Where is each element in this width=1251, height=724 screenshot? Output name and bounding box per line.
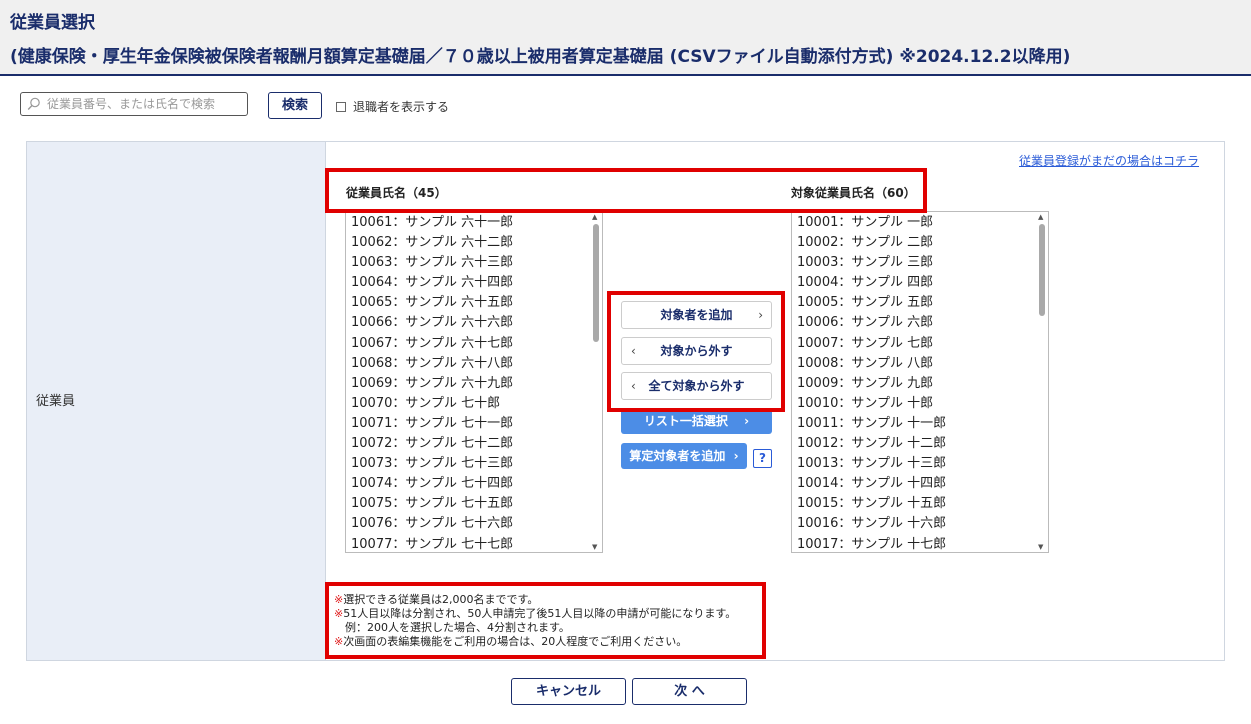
show-retired-toggle[interactable]: 退職者を表示する xyxy=(336,98,449,115)
list-item[interactable]: 10075：サンプル 七十五郎 xyxy=(351,494,513,514)
list-item[interactable]: 10008：サンプル 八郎 xyxy=(797,354,946,374)
list-item[interactable]: 10062：サンプル 六十二郎 xyxy=(351,233,513,253)
help-icon[interactable]: ? xyxy=(753,449,772,468)
list-item[interactable]: 10071：サンプル 七十一郎 xyxy=(351,414,513,434)
note-line: ※選択できる従業員は2,000名までです。 xyxy=(334,593,539,606)
list-item[interactable]: 10017：サンプル 十七郎 xyxy=(797,535,946,553)
search-box[interactable] xyxy=(20,92,248,116)
target-list-scrollbar[interactable]: ▲ ▼ xyxy=(1036,212,1048,552)
show-retired-checkbox[interactable] xyxy=(336,101,346,112)
page-subtitle: (健康保険・厚生年金保険被保険者報酬月額算定基礎届／７０歳以上被用者算定基礎届 … xyxy=(10,47,1071,67)
chevron-right-icon: › xyxy=(744,414,750,428)
scroll-down-icon[interactable]: ▼ xyxy=(592,543,597,551)
employee-list-header: 従業員氏名（45） xyxy=(346,186,447,200)
list-item[interactable]: 10072：サンプル 七十二郎 xyxy=(351,434,513,454)
cancel-button[interactable]: キャンセル xyxy=(511,678,626,705)
list-item[interactable]: 10011：サンプル 十一郎 xyxy=(797,414,946,434)
register-employee-link[interactable]: 従業員登録がまだの場合はコチラ xyxy=(1019,152,1199,169)
list-item[interactable]: 10001：サンプル 一郎 xyxy=(797,213,946,233)
search-icon xyxy=(27,97,40,110)
list-item[interactable]: 10066：サンプル 六十六郎 xyxy=(351,313,513,333)
target-employee-list[interactable]: 10001：サンプル 一郎 10002：サンプル 二郎 10003：サンプル 三郎 1… xyxy=(791,211,1049,553)
scroll-thumb[interactable] xyxy=(1039,224,1045,316)
add-calc-target-label: 算定対象者を追加 xyxy=(629,449,726,463)
list-item[interactable]: 10007：サンプル 七郎 xyxy=(797,334,946,354)
note-line: 例：200人を選択した場合、4分割されます。 xyxy=(345,621,570,634)
note-line: ※次画面の表編集機能をご利用の場合は、20人程度でご利用ください。 xyxy=(334,635,688,648)
list-item[interactable]: 10010：サンプル 十郎 xyxy=(797,394,946,414)
bulk-select-button[interactable]: リスト一括選択 › xyxy=(621,408,772,434)
chevron-left-icon: ‹ xyxy=(631,344,636,358)
employee-row-label: 従業員 xyxy=(36,394,76,409)
add-calc-target-button[interactable]: 算定対象者を追加 › xyxy=(621,443,747,469)
notes: ※選択できる従業員は2,000名までです。 ※51人目以降は分割され、50人申請… xyxy=(334,593,736,649)
note-line: ※51人目以降は分割され、50人申請完了後51人目以降の申請が可能になります。 xyxy=(334,607,737,620)
list-item[interactable]: 10013：サンプル 十三郎 xyxy=(797,454,946,474)
employee-row-label-cell: 従業員 xyxy=(27,142,326,660)
list-item[interactable]: 10068：サンプル 六十八郎 xyxy=(351,354,513,374)
list-item[interactable]: 10070：サンプル 七十郎 xyxy=(351,394,513,414)
list-item[interactable]: 10061：サンプル 六十一郎 xyxy=(351,213,513,233)
scroll-thumb[interactable] xyxy=(593,224,599,342)
list-item[interactable]: 10063：サンプル 六十三郎 xyxy=(351,253,513,273)
scroll-up-icon[interactable]: ▲ xyxy=(1038,213,1043,221)
chevron-right-icon: › xyxy=(758,308,763,322)
list-item[interactable]: 10074：サンプル 七十四郎 xyxy=(351,474,513,494)
list-item[interactable]: 10065：サンプル 六十五郎 xyxy=(351,293,513,313)
remove-all-label: 全て対象から外す xyxy=(648,379,745,393)
page-header: 従業員選択 (健康保険・厚生年金保険被保険者報酬月額算定基礎届／７０歳以上被用者… xyxy=(0,0,1251,76)
list-item[interactable]: 10016：サンプル 十六郎 xyxy=(797,514,946,534)
page-title: 従業員選択 xyxy=(10,13,95,33)
remove-target-label: 対象から外す xyxy=(660,344,733,358)
employee-list[interactable]: 10061：サンプル 六十一郎 10062：サンプル 六十二郎 10063：サンプル… xyxy=(345,211,603,553)
list-item[interactable]: 10009：サンプル 九郎 xyxy=(797,374,946,394)
list-item[interactable]: 10005：サンプル 五郎 xyxy=(797,293,946,313)
show-retired-label: 退職者を表示する xyxy=(353,100,450,114)
target-list-header: 対象従業員氏名（60） xyxy=(791,186,916,200)
list-item[interactable]: 10073：サンプル 七十三郎 xyxy=(351,454,513,474)
list-item[interactable]: 10064：サンプル 六十四郎 xyxy=(351,273,513,293)
remove-all-button[interactable]: ‹ 全て対象から外す xyxy=(621,372,772,400)
list-item[interactable]: 10015：サンプル 十五郎 xyxy=(797,494,946,514)
list-item[interactable]: 10069：サンプル 六十九郎 xyxy=(351,374,513,394)
scroll-down-icon[interactable]: ▼ xyxy=(1038,543,1043,551)
list-item[interactable]: 10014：サンプル 十四郎 xyxy=(797,474,946,494)
list-item[interactable]: 10004：サンプル 四郎 xyxy=(797,273,946,293)
list-item[interactable]: 10076：サンプル 七十六郎 xyxy=(351,514,513,534)
employee-list-scrollbar[interactable]: ▲ ▼ xyxy=(590,212,602,552)
list-item[interactable]: 10067：サンプル 六十七郎 xyxy=(351,334,513,354)
add-target-button[interactable]: 対象者を追加 › xyxy=(621,301,772,329)
list-item[interactable]: 10006：サンプル 六郎 xyxy=(797,313,946,333)
list-item[interactable]: 10003：サンプル 三郎 xyxy=(797,253,946,273)
list-item[interactable]: 10077：サンプル 七十七郎 xyxy=(351,535,513,553)
scroll-up-icon[interactable]: ▲ xyxy=(592,213,597,221)
list-item[interactable]: 10002：サンプル 二郎 xyxy=(797,233,946,253)
chevron-left-icon: ‹ xyxy=(631,379,636,393)
next-button[interactable]: 次 へ xyxy=(632,678,747,705)
chevron-right-icon: › xyxy=(733,449,739,463)
search-input[interactable] xyxy=(45,96,235,112)
bulk-select-label: リスト一括選択 xyxy=(643,414,728,428)
list-item[interactable]: 10012：サンプル 十二郎 xyxy=(797,434,946,454)
remove-target-button[interactable]: ‹ 対象から外す xyxy=(621,337,772,365)
add-target-label: 対象者を追加 xyxy=(660,308,733,322)
search-button[interactable]: 検索 xyxy=(268,92,322,119)
